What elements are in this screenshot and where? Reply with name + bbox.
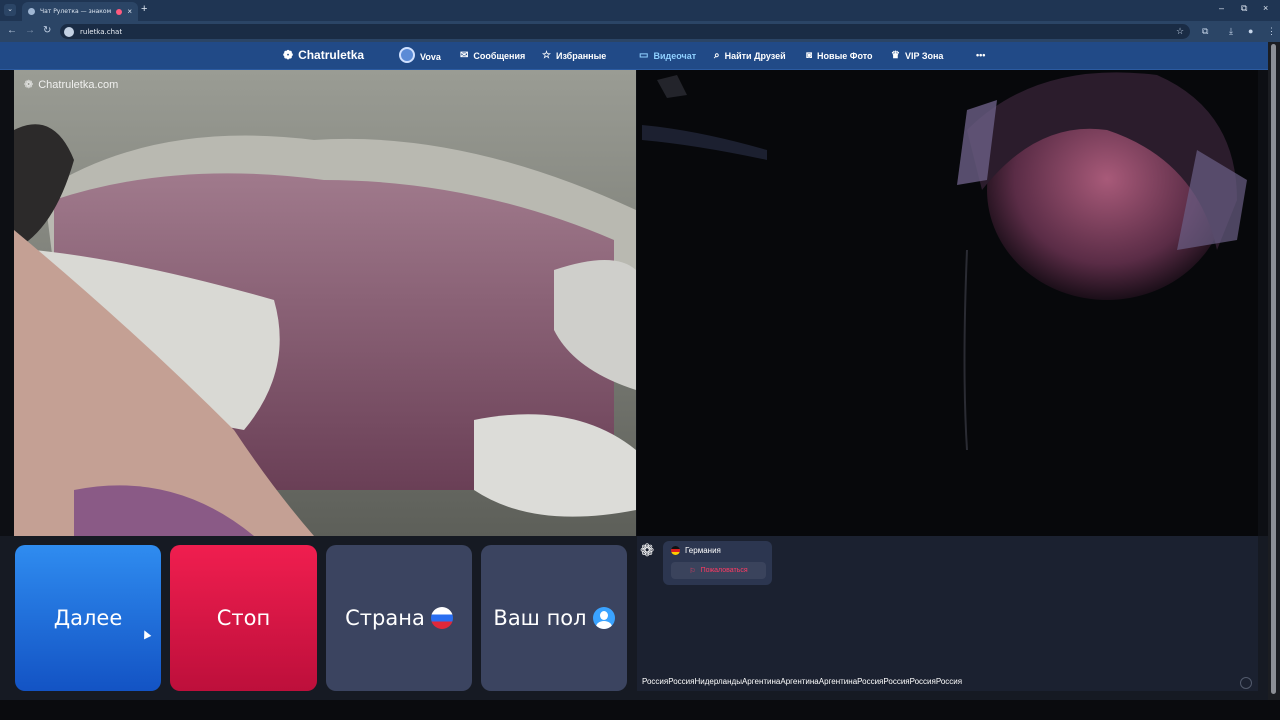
remote-video-frame	[637, 70, 1258, 536]
flower-logo-icon: ❁	[24, 79, 34, 91]
stop-button-label: Стоп	[216, 606, 271, 630]
partner-country: Германия	[671, 546, 721, 555]
flower-logo-icon: ❁	[640, 541, 655, 560]
browser-tab[interactable]: Чат Рулетка — знакомства ×	[22, 2, 138, 21]
gender-button[interactable]: Ваш пол	[481, 545, 627, 691]
emoji-icon[interactable]	[1240, 677, 1252, 689]
stop-button[interactable]: Стоп	[170, 545, 317, 691]
chat-log: РоссияРоссияНидерландыАргентинаАргентина…	[642, 677, 963, 686]
profile-icon[interactable]: ●	[1248, 26, 1253, 36]
recording-indicator-icon	[116, 8, 123, 15]
site-header: ❁ Chatruletka Vova ✉ Сообщения ☆ Избранн…	[0, 42, 1280, 70]
browser-tab-bar: ⌄ Чат Рулетка — знакомства × + – ⧉ ×	[0, 0, 1280, 21]
close-window-button[interactable]: ×	[1263, 3, 1268, 13]
more-menu-icon[interactable]: •••	[976, 50, 985, 60]
browser-menu-icon[interactable]: ⋮	[1267, 26, 1276, 37]
video-icon: ▭	[639, 50, 649, 61]
site-info-icon[interactable]	[64, 26, 74, 37]
report-button-label: Пожаловаться	[700, 567, 748, 574]
nav-profile[interactable]: Vova	[399, 47, 441, 63]
forward-icon[interactable]: →	[25, 25, 35, 36]
search-icon: ⌕	[714, 50, 720, 61]
flag-icon: ⚐	[689, 567, 696, 575]
tab-title: Чат Рулетка — знакомства	[40, 8, 112, 15]
russia-flag-icon	[430, 607, 453, 629]
nav-videochat[interactable]: ▭ Видеочат	[639, 50, 696, 61]
minimize-button[interactable]: –	[1219, 3, 1224, 13]
nav-new-photos[interactable]: ◙ Новые Фото	[806, 50, 873, 61]
nav-favorites[interactable]: ☆ Избранные	[542, 50, 606, 61]
next-button-label: Далее	[53, 606, 123, 630]
watermark-text: Chatruletka.com	[38, 78, 119, 91]
mail-icon: ✉	[460, 50, 469, 61]
nav-favorites-label: Избранные	[555, 50, 607, 61]
nav-videochat-label: Видеочат	[653, 50, 697, 61]
country-button[interactable]: Страна	[326, 545, 472, 691]
brand-logo[interactable]: ❁ Chatruletka	[283, 48, 364, 62]
back-icon[interactable]: ←	[7, 25, 17, 36]
reload-icon[interactable]: ↻	[43, 25, 51, 36]
local-video-frame	[14, 70, 636, 536]
nav-vip[interactable]: ♛ VIP Зона	[891, 50, 943, 61]
gender-button-label: Ваш пол	[493, 606, 587, 630]
bookmark-star-icon[interactable]: ☆	[1176, 26, 1184, 37]
restore-button[interactable]: ⧉	[1241, 3, 1247, 14]
germany-flag-icon	[671, 546, 680, 555]
user-avatar-icon	[592, 607, 615, 629]
bottom-strip	[0, 700, 1280, 720]
nav-new-photos-label: Новые Фото	[817, 50, 873, 61]
address-bar-row: ← → ↻ ruletka.chat ☆ ⧉ ⤓ ● ⋮	[0, 21, 1280, 42]
page-scrollbar-thumb[interactable]	[1271, 44, 1276, 694]
address-input[interactable]: ruletka.chat	[60, 24, 1190, 39]
avatar	[399, 47, 415, 63]
remote-video	[637, 70, 1258, 536]
nav-messages[interactable]: ✉ Сообщения	[460, 50, 525, 61]
flower-logo-icon: ❁	[283, 48, 294, 62]
nav-vip-label: VIP Зона	[904, 50, 944, 61]
nav-messages-label: Сообщения	[473, 50, 526, 61]
site-favicon-icon	[28, 8, 35, 15]
user-name: Vova	[420, 51, 441, 62]
local-video: ❁ Chatruletka.com	[14, 70, 636, 536]
watermark: ❁ Chatruletka.com	[24, 78, 119, 92]
report-button[interactable]: ⚐ Пожаловаться	[671, 562, 766, 579]
crown-icon: ♛	[891, 50, 900, 61]
url-text: ruletka.chat	[80, 27, 123, 36]
star-icon: ☆	[542, 50, 551, 61]
nav-find-friends[interactable]: ⌕ Найти Друзей	[714, 50, 786, 61]
tab-close-icon[interactable]: ×	[127, 7, 132, 16]
country-button-label: Страна	[345, 606, 425, 630]
new-tab-button[interactable]: +	[141, 3, 147, 15]
camera-icon: ◙	[806, 50, 813, 61]
partner-country-label: Германия	[685, 546, 721, 555]
tab-search-icon[interactable]: ⌄	[4, 4, 16, 16]
nav-find-friends-label: Найти Друзей	[724, 50, 786, 61]
extensions-icon[interactable]: ⧉	[1202, 26, 1208, 37]
download-icon[interactable]: ⤓	[1229, 26, 1233, 37]
brand-name: Chatruletka	[298, 48, 365, 62]
next-button[interactable]: Далее	[15, 545, 161, 691]
